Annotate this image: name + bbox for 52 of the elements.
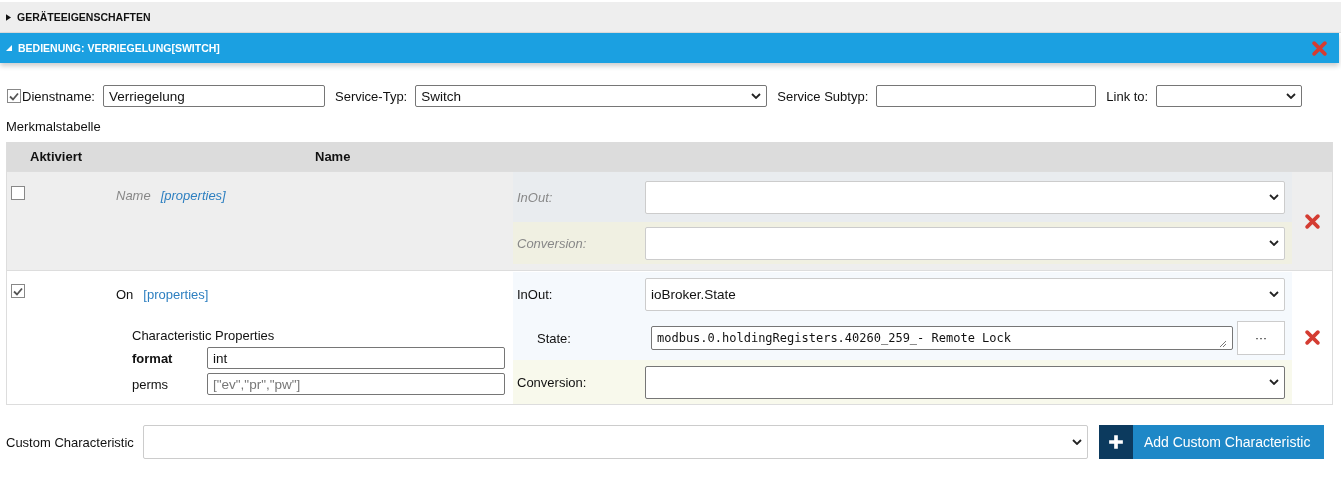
delete-icon[interactable] [1304,330,1320,345]
characteristic-name: Name [116,188,151,203]
caret-icon [6,13,11,21]
properties-link[interactable]: [properties] [160,188,226,203]
chevron-icon [1269,379,1279,385]
checkbox[interactable] [11,186,25,200]
chevron-icon [751,93,762,99]
chevron-icon [1269,291,1279,297]
delete-icon[interactable] [1304,213,1320,229]
field-label: Conversion: [517,235,588,251]
field-label: Service Subtyp: [777,88,869,104]
property-label: perms [132,376,170,392]
section-title: GERÄTEEIGENSCHAFTEN [17,11,151,23]
section-title: BEDIENUNG: VERRIEGELUNG[SWITCH] [18,42,220,54]
caret-icon [6,45,12,51]
resize-handle-icon [1219,340,1227,348]
name-field[interactable]: Verriegelung [103,85,325,107]
property-field[interactable]: ["ev","pr","pw"] [207,373,505,395]
select-field[interactable] [645,365,1285,399]
property-label: format [132,350,174,366]
add-characteristic-button[interactable]: Add Custom Characteristic [1098,425,1325,459]
select-field[interactable] [645,180,1285,214]
chevron-icon [1269,194,1279,200]
field-label: State: [536,330,572,346]
state-field[interactable]: modbus.0.holdingRegisters.40260_259_- Remote Lock [651,326,1233,350]
field-label: Conversion: [517,374,588,390]
chevron-icon [1286,93,1297,99]
select-field[interactable]: ioBroker.State [645,277,1285,311]
field-label: InOut: [517,189,554,205]
column-header: Aktiviert [30,149,83,164]
plus-icon [1107,434,1124,450]
field-label: Dienstname: [22,88,95,104]
link-select[interactable] [1156,85,1303,107]
browse-button[interactable]: ··· [1237,321,1285,355]
field-label: InOut: [517,286,554,302]
type-select[interactable]: Switch [415,85,768,107]
chevron-icon [1269,240,1279,246]
column-header: Name [315,149,351,164]
properties-title: Characteristic Properties [132,328,276,343]
chevron-icon [1071,439,1082,445]
checkbox[interactable] [7,89,21,103]
characteristic-name: On [116,287,134,302]
field-label: Service-Typ: [335,88,408,104]
field-label: Link to: [1106,88,1149,104]
field-label: Custom Characteristic [6,434,134,450]
section-header[interactable]: GERÄTEEIGENSCHAFTEN [0,2,1341,33]
select-field[interactable] [645,226,1285,260]
checkbox[interactable] [11,284,25,298]
properties-link[interactable]: [properties] [143,287,209,302]
table-title: Merkmalstabelle [5,118,102,136]
property-field[interactable]: int [207,347,505,369]
subtype-field[interactable] [876,85,1097,107]
